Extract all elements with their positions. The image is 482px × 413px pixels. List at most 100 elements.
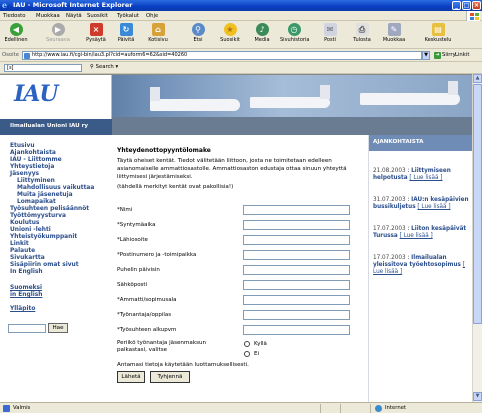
postal-input[interactable] [243, 250, 350, 260]
scroll-thumb[interactable] [473, 84, 482, 324]
nav-item[interactable]: Yhteystietoja [10, 164, 54, 170]
maximize-button[interactable]: □ [462, 1, 471, 10]
radio-yes[interactable] [244, 341, 250, 347]
links-toolbar[interactable]: Linkit [455, 52, 469, 58]
news-item: 17.07.2003 : Ilmailualan yleissitova työ… [373, 255, 465, 275]
birthdate-input[interactable] [243, 220, 350, 230]
stop-button[interactable]: × Pysäytä [82, 23, 110, 48]
zone-text: Internet [385, 405, 407, 411]
logo-area: IAU [0, 75, 112, 119]
aircraft-image [150, 99, 240, 111]
refresh-button[interactable]: ↻ Päivitä [112, 23, 140, 48]
vertical-scrollbar[interactable]: ▲ ▼ [472, 74, 482, 402]
nav-item[interactable]: Ajankohtaista [10, 150, 56, 156]
radio-yes-label: Kyllä [254, 341, 267, 347]
address-input[interactable]: http://www.iau.fi/cgi-bin/iau3.pl?cid=au… [22, 51, 422, 60]
employment-start-input[interactable] [243, 325, 350, 335]
news-header: AJANKOHTAISTA [369, 135, 472, 151]
submit-button[interactable]: Lähetä [117, 371, 145, 383]
toolbar-search-button[interactable]: ⚲ Search ▾ [90, 64, 118, 70]
discuss-button[interactable]: ▤ Keskustelu [420, 23, 456, 48]
favorites-button[interactable]: ★ Suosikit [216, 23, 244, 48]
nav-item[interactable]: Palaute [10, 248, 35, 254]
field-label: *Ammatti/sopimusala [117, 297, 177, 303]
nav-subitem[interactable]: Liittyminen [17, 178, 55, 184]
edit-button[interactable]: ✎ Muokkaa [380, 23, 408, 48]
form-row: *Työnantaja/oppilas [117, 310, 357, 321]
toolbar-search-input[interactable]: [s] [4, 64, 82, 72]
scroll-up-button[interactable]: ▲ [473, 74, 482, 83]
main-content: Yhteydenottopyyntölomake Täytä oheiset k… [112, 135, 368, 402]
aircraft-image [250, 97, 330, 108]
nav-item[interactable]: Työsuhteen pelisäännöt [10, 206, 89, 212]
title-bar: e IAU - Microsoft Internet Explorer _ □ … [0, 0, 482, 11]
forward-button[interactable]: ▶ Seuraava [44, 23, 72, 48]
mail-button[interactable]: ✉ Posti [316, 23, 344, 48]
page-status-icon [3, 405, 10, 412]
history-button[interactable]: ◷ Sivuhistoria [280, 23, 309, 48]
scroll-down-button[interactable]: ▼ [473, 392, 482, 401]
media-button[interactable]: ♪ Media [248, 23, 276, 48]
address-input-field[interactable] [243, 235, 350, 245]
print-button[interactable]: ⎙ Tulosta [348, 23, 376, 48]
nav-item[interactable]: Sisäpiirin omat sivut [10, 262, 79, 268]
back-button[interactable]: ◀ Edellinen [2, 23, 30, 48]
menu-edit[interactable]: Muokkaa [36, 13, 60, 19]
lang-link-finnish[interactable]: Suomeksi [10, 285, 42, 291]
nav-item[interactable]: Koulutus [10, 220, 39, 226]
page-icon [24, 53, 30, 59]
close-button[interactable]: × [472, 1, 481, 10]
form-row: *Ammatti/sopimusala [117, 295, 357, 306]
nav-subitem[interactable]: Mahdollisuus vaikuttaa [17, 185, 94, 191]
employer-input[interactable] [243, 310, 350, 320]
nav-subitem[interactable]: Muita jäsenetuja [17, 192, 73, 198]
left-navigation: Etusivu Ajankohtaista IAU - Liittomme Yh… [0, 135, 112, 402]
nav-item[interactable]: Työttömyysturva [10, 213, 66, 219]
deduction-question: Periikö työnantaja jäsenmaksun palkastas… [117, 340, 207, 353]
nav-item[interactable]: In English [10, 269, 43, 275]
form-row: Puhelin päivisin [117, 265, 357, 276]
menu-favorites[interactable]: Suosikit [87, 13, 108, 19]
admin-link[interactable]: Ylläpito [10, 306, 35, 312]
nav-item[interactable]: Linkit [10, 241, 29, 247]
menu-file[interactable]: Tiedosto [3, 13, 25, 19]
confidential-note: Antamasi tietoja käytetään luottamuksell… [117, 362, 249, 368]
menu-help[interactable]: Ohje [146, 13, 158, 19]
field-label: Puhelin päivisin [117, 267, 160, 273]
nav-item[interactable]: Etusivu [10, 143, 35, 149]
nav-item[interactable]: IAU - Liittomme [10, 157, 62, 163]
address-dropdown-button[interactable]: ▼ [422, 51, 430, 60]
profession-input[interactable] [243, 295, 350, 305]
form-row: Sähköposti [117, 280, 357, 291]
go-arrow-icon: ➜ [434, 52, 441, 59]
reset-button[interactable]: Tyhjennä [150, 371, 190, 383]
menu-view[interactable]: Näytä [66, 13, 82, 19]
read-more-link[interactable]: [ Lue lisää ] [417, 204, 450, 210]
site-search-input[interactable] [8, 324, 46, 333]
menu-bar: Tiedosto Muokkaa Näytä Suosikit Työkalut… [0, 11, 482, 21]
menu-tools[interactable]: Työkalut [117, 13, 139, 19]
home-button[interactable]: ⌂ Kotisivu [144, 23, 172, 48]
nav-item[interactable]: Unioni -lehti [10, 227, 51, 233]
field-label: *Postinumero ja -toimipaikka [117, 252, 197, 258]
radio-no[interactable] [244, 351, 250, 357]
news-item: 17.07.2003 : Liiton kesäpäivät Turussa [… [373, 226, 467, 239]
minimize-button[interactable]: _ [452, 1, 461, 10]
nav-subitem[interactable]: Lomapaikat [17, 199, 56, 205]
read-more-link[interactable]: [ Lue lisää ] [400, 233, 433, 239]
radio-no-label: Ei [254, 351, 260, 357]
nav-item[interactable]: Yhteistyökumppanit [10, 234, 77, 240]
read-more-link[interactable]: [ Lue lisää ] [409, 175, 442, 181]
go-button[interactable]: ➜ Siirry [434, 52, 456, 59]
nav-item[interactable]: Sivukartta [10, 255, 45, 261]
phone-input[interactable] [243, 265, 350, 275]
lang-link-english[interactable]: in English [10, 292, 42, 298]
site-search-button[interactable]: Hae [48, 323, 68, 333]
aircraft-image [360, 93, 460, 105]
search-button[interactable]: ⚲ Etsi [184, 23, 212, 48]
site-logo[interactable]: IAU [14, 81, 59, 107]
email-input[interactable] [243, 280, 350, 290]
address-bar: Osoite http://www.iau.fi/cgi-bin/iau3.pl… [0, 49, 482, 62]
name-input[interactable] [243, 205, 350, 215]
nav-item[interactable]: Jäsenyys [10, 171, 39, 177]
